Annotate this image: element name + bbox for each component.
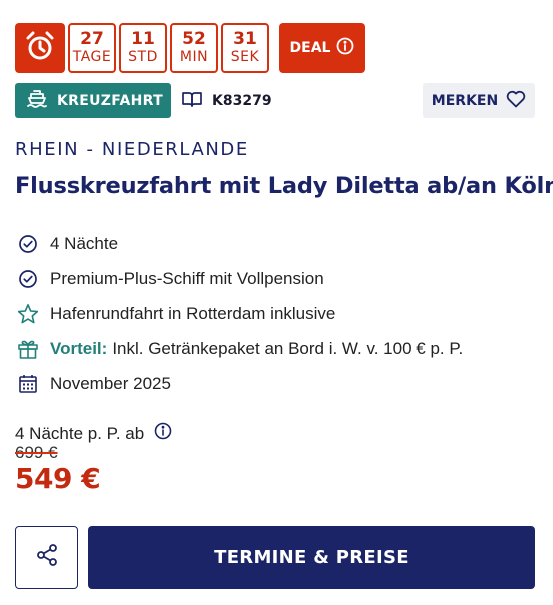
feature-text: 4 Nächte <box>50 233 119 253</box>
gift-icon <box>15 336 40 361</box>
feature-item: Vorteil: Inkl. Getränkepaket an Bord i. … <box>15 331 540 366</box>
deal-label: DEAL <box>289 40 331 56</box>
book-icon <box>182 91 202 111</box>
feature-item: Hafenrundfahrt in Rotterdam inklusive <box>15 296 540 331</box>
cta-label: TERMINE & PREISE <box>214 547 409 568</box>
countdown-seconds-label: SEK <box>230 49 260 65</box>
info-icon[interactable] <box>336 37 354 59</box>
feature-item: November 2025 <box>15 366 540 401</box>
current-price: 549 € <box>15 462 101 495</box>
share-icon <box>35 543 59 572</box>
trip-code: K83279 <box>182 83 272 118</box>
check-circle-icon <box>15 266 40 291</box>
countdown-days-value: 27 <box>80 29 104 49</box>
feature-text: Hafenrundfahrt in Rotterdam inklusive <box>50 303 336 323</box>
trip-region: RHEIN - NIEDERLANDE <box>15 139 249 160</box>
countdown-hours-value: 11 <box>131 29 155 49</box>
old-price: 699 € <box>15 443 58 462</box>
check-circle-icon <box>15 231 40 256</box>
share-button[interactable] <box>15 526 78 589</box>
ship-icon <box>27 89 47 112</box>
countdown-seconds-value: 31 <box>233 29 257 49</box>
price-label-text: 4 Nächte p. P. ab <box>15 423 145 443</box>
countdown-hours-label: STD <box>128 49 158 65</box>
alarm-clock-icon <box>23 29 57 68</box>
feature-text: Inkl. Getränkepaket an Bord i. W. v. 100… <box>112 338 464 358</box>
countdown-minutes-value: 52 <box>182 29 206 49</box>
price-label: 4 Nächte p. P. ab <box>15 422 172 445</box>
heart-icon <box>506 90 526 112</box>
countdown-days: 27 TAGE <box>68 23 116 73</box>
countdown-row: 27 TAGE 11 STD 52 MIN 31 SEK DEAL <box>15 23 365 73</box>
save-button[interactable]: MERKEN <box>423 83 535 118</box>
save-button-label: MERKEN <box>431 92 499 109</box>
feature-item: Premium-Plus-Schiff mit Vollpension <box>15 261 540 296</box>
trip-meta-row: KREUZFAHRT K83279 MERKEN <box>15 83 535 118</box>
feature-list: 4 Nächte Premium-Plus-Schiff mit Vollpen… <box>15 226 540 401</box>
trip-type-label: KREUZFAHRT <box>57 92 163 109</box>
countdown-seconds: 31 SEK <box>221 23 269 73</box>
countdown-hours: 11 STD <box>119 23 167 73</box>
feature-text: November 2025 <box>50 373 171 393</box>
trip-type-badge: KREUZFAHRT <box>15 83 171 118</box>
alarm-badge <box>15 23 65 73</box>
feature-text: Premium-Plus-Schiff mit Vollpension <box>50 268 324 288</box>
trip-title[interactable]: Flusskreuzfahrt mit Lady Diletta ab/an K… <box>15 173 553 199</box>
star-icon <box>15 301 40 326</box>
feature-highlight: Vorteil: <box>50 338 108 358</box>
countdown-minutes-label: MIN <box>179 49 209 65</box>
countdown-days-label: TAGE <box>72 49 112 65</box>
deal-badge[interactable]: DEAL <box>279 23 365 73</box>
trip-code-value: K83279 <box>212 92 272 109</box>
countdown-minutes: 52 MIN <box>170 23 218 73</box>
info-icon[interactable] <box>154 422 172 445</box>
dates-and-prices-button[interactable]: TERMINE & PREISE <box>88 526 535 589</box>
feature-item: 4 Nächte <box>15 226 540 261</box>
calendar-icon <box>15 371 40 396</box>
